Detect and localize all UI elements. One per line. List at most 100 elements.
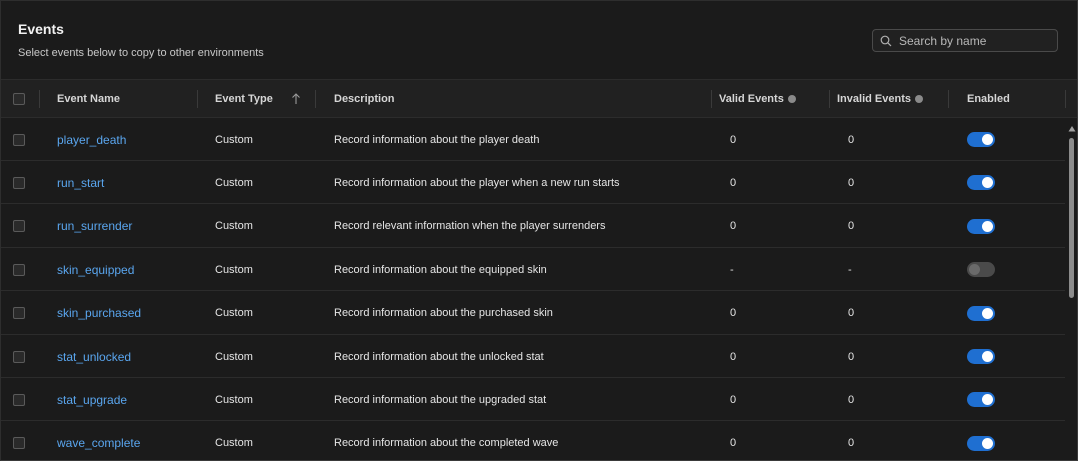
event-type: Custom [215,307,253,320]
info-icon[interactable] [787,95,796,103]
row-checkbox[interactable] [13,437,25,450]
enabled-toggle[interactable] [967,305,995,321]
event-type: Custom [215,220,253,233]
invalid-events-count: 0 [848,393,855,406]
enabled-cell [967,248,995,291]
enabled-toggle[interactable] [967,175,995,191]
event-description: Record information about the player deat… [334,133,540,146]
event-name-link[interactable]: skin_purchased [57,292,141,335]
column-divider [39,90,40,108]
invalid-events-count: 0 [848,220,855,233]
enabled-cell [967,422,995,460]
row-select-cell [13,335,25,378]
select-all-checkbox[interactable] [13,93,25,105]
enabled-toggle[interactable] [967,435,995,451]
event-name-link[interactable]: wave_complete [57,422,140,460]
valid-events-count: 0 [730,176,737,189]
event-type: Custom [215,437,253,450]
info-icon[interactable] [914,95,923,103]
event-name-link[interactable]: stat_unlocked [57,335,131,378]
scroll-up-icon[interactable] [1068,125,1076,133]
enabled-toggle[interactable] [967,262,995,278]
enabled-cell [967,292,995,335]
event-name-link[interactable]: player_death [57,118,126,161]
enabled-cell [967,335,995,378]
event-description: Record information about the player when… [334,176,620,189]
search-box[interactable] [872,29,1058,52]
enabled-toggle[interactable] [967,132,995,147]
event-name-link[interactable]: run_start [57,161,104,204]
event-description: Record information about the equipped sk… [334,263,547,276]
invalid-events-count: 0 [848,350,855,363]
table-row: stat_upgrade Custom Record information a… [1,378,1065,422]
row-select-cell [13,118,25,161]
row-checkbox[interactable] [13,133,25,146]
row-select-cell [13,378,25,421]
invalid-events-count: 0 [848,133,855,146]
column-header-name[interactable]: Event Name [57,80,120,118]
event-description: Record information about the upgraded st… [334,393,547,406]
row-select-cell [13,248,25,291]
column-divider [1065,90,1066,108]
valid-events-count: 0 [730,133,737,146]
column-header-description[interactable]: Description [334,80,395,118]
column-header-type-label: Event Type [215,93,273,105]
valid-events-count: 0 [730,393,737,406]
enabled-cell [967,378,995,421]
toggle-knob [982,307,993,319]
column-header-enabled[interactable]: Enabled [967,80,1010,118]
scrollbar-thumb[interactable] [1069,138,1074,298]
table-row: wave_complete Custom Record information … [1,421,1065,460]
toggle-knob [982,134,993,145]
search-input[interactable] [899,33,1049,48]
invalid-events-count: 0 [848,437,855,450]
enabled-cell [967,205,995,248]
enabled-toggle[interactable] [967,349,995,364]
enabled-cell [967,118,995,161]
column-divider [711,90,712,108]
table-body: player_death Custom Record information a… [1,118,1065,460]
event-name-link[interactable]: run_surrender [57,205,132,248]
row-checkbox[interactable] [13,263,25,276]
row-checkbox[interactable] [13,307,25,320]
row-checkbox[interactable] [13,220,25,233]
row-checkbox[interactable] [13,176,25,189]
row-checkbox[interactable] [13,350,25,363]
toggle-knob [982,220,993,232]
row-select-cell [13,292,25,335]
column-header-valid[interactable]: Valid Events [719,80,796,118]
event-name-link[interactable]: stat_upgrade [57,378,127,421]
event-name-link[interactable]: skin_equipped [57,248,134,291]
table-row: stat_unlocked Custom Record information … [1,335,1065,378]
column-header-invalid[interactable]: Invalid Events [837,80,923,118]
toggle-knob [982,394,993,406]
enabled-cell [967,161,995,204]
event-description: Record information about the unlocked st… [334,350,544,363]
row-select-cell [13,205,25,248]
enabled-toggle[interactable] [967,392,995,408]
toggle-knob [969,264,980,276]
event-type: Custom [215,263,253,276]
page-subtitle: Select events below to copy to other env… [18,47,264,59]
column-header-invalid-label: Invalid Events [837,93,911,105]
table-header: Event Name Event Type Description Valid … [1,79,1077,118]
event-type: Custom [215,393,253,406]
row-select-cell [13,422,25,460]
row-checkbox[interactable] [13,393,25,406]
toggle-knob [982,437,993,449]
events-panel: Events Select events below to copy to ot… [0,0,1078,461]
enabled-toggle[interactable] [967,218,995,234]
column-divider [948,90,949,108]
column-header-type[interactable]: Event Type [215,80,301,118]
table-row: player_death Custom Record information a… [1,118,1065,161]
vertical-scrollbar[interactable] [1065,118,1077,460]
panel-header: Events Select events below to copy to ot… [1,1,1077,79]
table-row: skin_purchased Custom Record information… [1,291,1065,335]
page-title: Events [18,21,64,37]
valid-events-count: - [730,263,734,276]
event-description: Record information about the purchased s… [334,307,553,320]
sort-ascending-icon[interactable] [291,93,301,105]
row-select-cell [13,161,25,204]
table-row: run_start Custom Record information abou… [1,161,1065,205]
event-type: Custom [215,350,253,363]
